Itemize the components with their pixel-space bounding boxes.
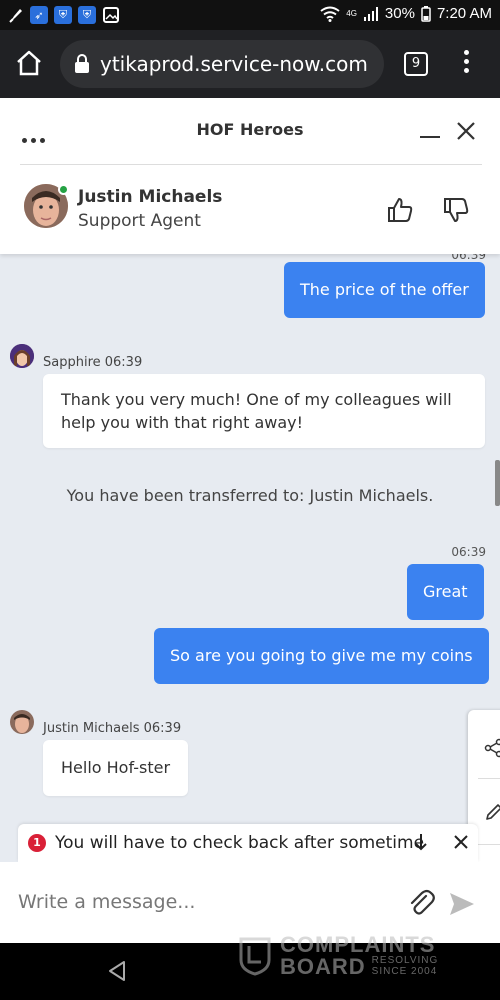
watermark: COMPLAINTS BOARD RESOLVING SINCE 2004 [238, 932, 439, 979]
battery-icon [421, 5, 431, 22]
bot-message: Thank you very much! One of my colleague… [43, 374, 485, 448]
sapphire-sender-meta: Sapphire 06:39 [43, 355, 143, 370]
arrow-down-icon[interactable] [414, 833, 428, 851]
wifi-icon [320, 6, 340, 22]
agent-message: Hello Hof-ster [43, 740, 189, 796]
lock-icon [75, 54, 89, 73]
chat-header: HOF Heroes Justin Michaels Support Agent [0, 98, 500, 254]
panel-divider [478, 844, 500, 845]
battery-percent: 30% [384, 5, 415, 22]
message-input[interactable] [18, 884, 388, 920]
address-bar[interactable]: ytikaprod.service-now.com [60, 40, 384, 88]
paperclip-icon[interactable] [406, 888, 436, 918]
agent-sender-meta: Justin Michaels 06:39 [43, 721, 182, 736]
notification-text: You will have to check back after someti… [55, 833, 425, 853]
user-message: So are you going to give me my coins [154, 628, 489, 684]
image-icon [103, 7, 119, 23]
thumbs-up-icon[interactable] [386, 196, 414, 224]
user-message: Great [407, 564, 484, 620]
system-indicators: 4G 30% 7:20 AM [320, 5, 492, 22]
rocket-icon [9, 9, 22, 23]
watermark-line-1: COMPLAINTS [280, 932, 436, 957]
android-nav-bar: COMPLAINTS BOARD RESOLVING SINCE 2004 [0, 934, 500, 1000]
send-icon[interactable] [448, 890, 476, 918]
browser-toolbar: ytikaprod.service-now.com 9 [0, 30, 500, 98]
chat-window: HOF Heroes Justin Michaels Support Agent… [0, 98, 500, 943]
share-icon[interactable] [484, 738, 500, 758]
signal-icon [363, 6, 378, 21]
watermark-line-3: RESOLVING [371, 955, 439, 966]
user-message: The price of the offer [284, 262, 485, 318]
rocket-app-icon: ➶ [30, 6, 48, 24]
message-composer [0, 862, 500, 943]
url-text: ytikaprod.service-now.com [100, 52, 368, 76]
notification-banner: 1 You will have to check back after some… [18, 824, 478, 862]
shield-logo-icon [239, 937, 271, 976]
agent-mini-avatar [10, 710, 34, 734]
clock: 7:20 AM [436, 5, 492, 22]
agent-name: Justin Michaels [78, 187, 223, 207]
panel-divider [478, 778, 500, 779]
network-type: 4G [346, 9, 357, 18]
shield-app-icon-2: ⛨ [78, 6, 96, 24]
close-icon[interactable] [454, 835, 468, 849]
online-status-dot [58, 184, 69, 195]
scrollbar-thumb[interactable] [495, 460, 500, 506]
close-icon[interactable] [455, 120, 477, 142]
status-bar: ➶ ⛨ ⛨ 4G 30% 7:20 AM [0, 0, 500, 30]
shield-app-icon: ⛨ [54, 6, 72, 24]
header-divider [20, 164, 482, 165]
agent-role: Support Agent [78, 211, 201, 231]
notification-count-badge: 1 [28, 834, 46, 852]
back-icon[interactable] [106, 959, 130, 983]
watermark-line-2: BOARD [280, 954, 366, 979]
watermark-line-4: SINCE 2004 [371, 966, 438, 977]
browser-menu-icon[interactable] [462, 50, 470, 78]
minimize-icon[interactable] [420, 136, 440, 138]
thumbs-down-icon[interactable] [442, 196, 470, 224]
system-message: You have been transferred to: Justin Mic… [66, 486, 434, 505]
home-icon[interactable] [14, 48, 44, 78]
sapphire-avatar [10, 344, 34, 368]
tab-switcher-button[interactable]: 9 [404, 52, 428, 76]
message-timestamp: 06:39 [451, 545, 486, 559]
edit-icon[interactable] [484, 802, 500, 822]
notification-icons: ➶ ⛨ ⛨ [8, 6, 120, 24]
